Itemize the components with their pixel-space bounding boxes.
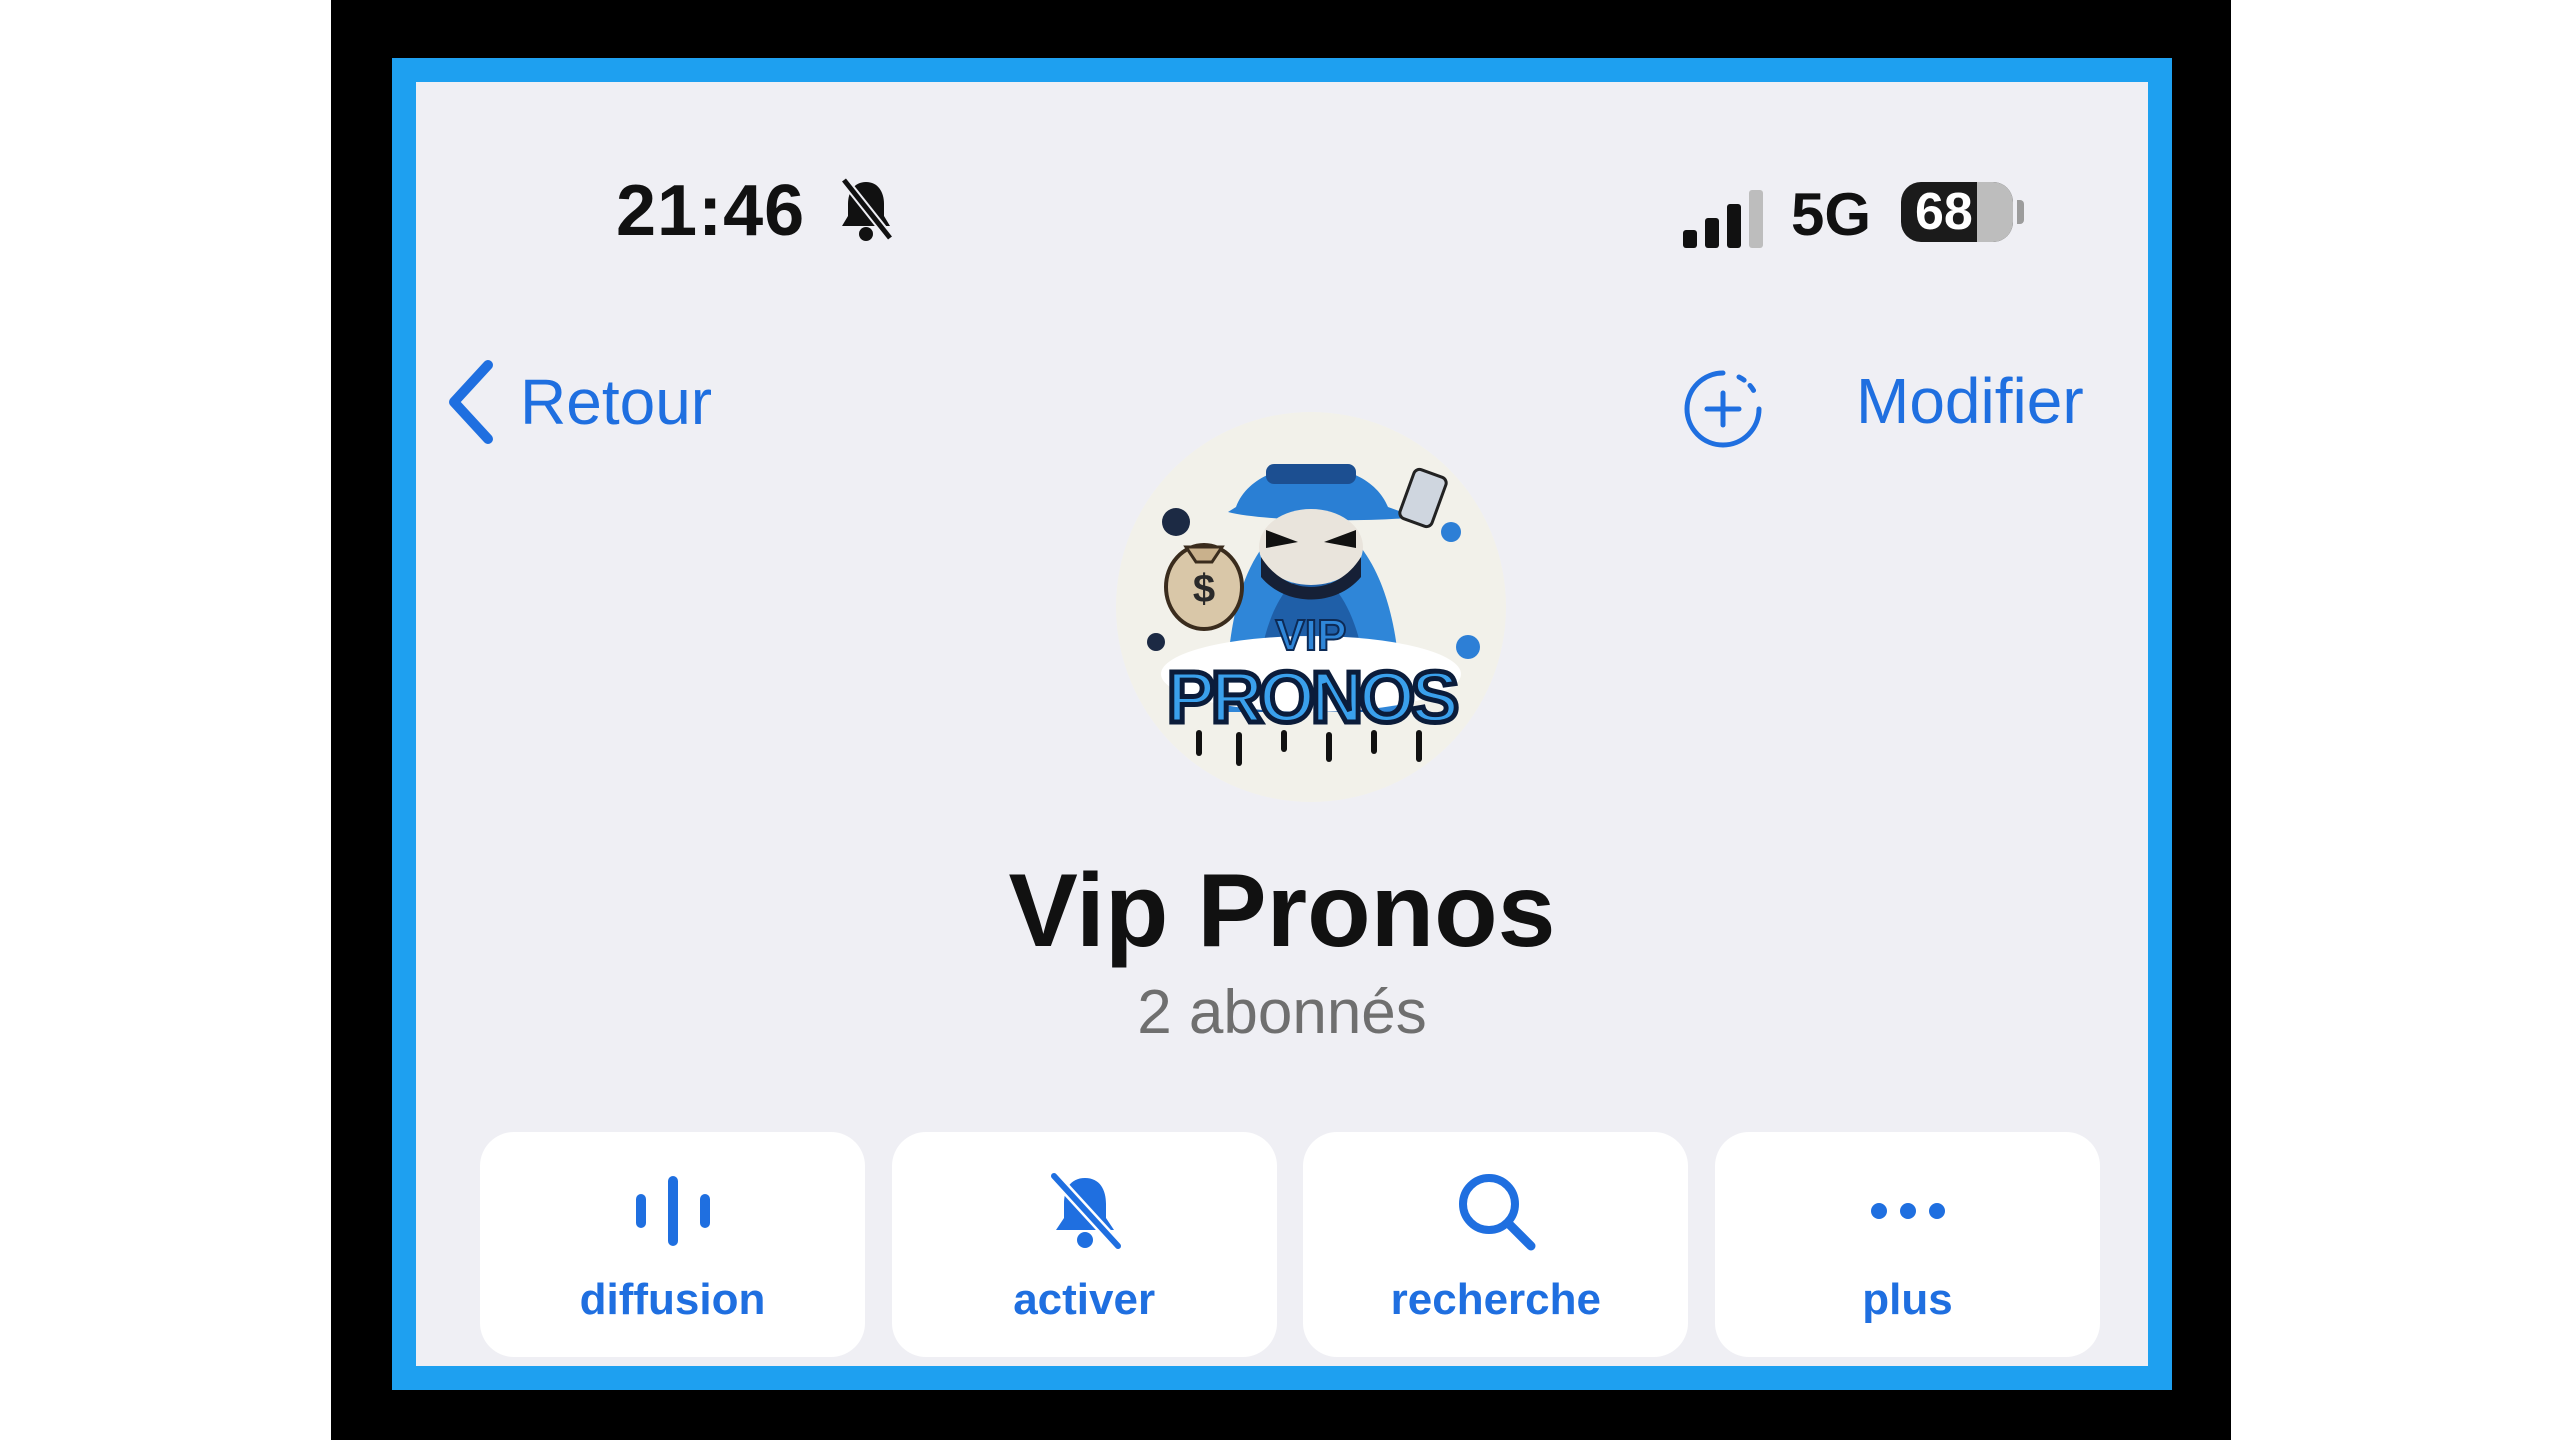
- svg-text:$: $: [1193, 567, 1215, 611]
- unmute-button[interactable]: activer: [891, 1132, 1277, 1357]
- back-label: Retour: [520, 366, 713, 438]
- bell-slash-icon: [840, 177, 894, 241]
- subscriber-count: 2 abonnés: [1137, 978, 1427, 1047]
- phone-screen: 21:46 5G 68 Retour Modifier $ VIP PRONOS…: [392, 58, 2172, 1390]
- search-label: recherche: [1390, 1275, 1601, 1324]
- svg-text:VIP: VIP: [1276, 611, 1347, 660]
- search-button[interactable]: recherche: [1303, 1132, 1689, 1357]
- add-photo-icon[interactable]: [1681, 367, 1765, 451]
- channel-avatar[interactable]: $ VIP PRONOS: [1116, 412, 1506, 802]
- action-bar: diffusion activer recherche plus: [480, 1132, 2100, 1357]
- edit-button[interactable]: Modifier: [1856, 364, 2084, 438]
- chevron-left-icon: [449, 360, 493, 444]
- cellular-signal-icon: [1683, 190, 1763, 248]
- battery-empty-portion: [1977, 182, 2013, 242]
- battery-indicator: 68: [1901, 182, 2013, 242]
- battery-tip: [2017, 200, 2024, 224]
- unmute-label: activer: [1013, 1275, 1156, 1324]
- battery-level: 68: [1915, 183, 1973, 241]
- bell-slash-icon: [1049, 1172, 1122, 1250]
- channel-title: Vip Pronos: [1008, 853, 1556, 969]
- more-icon: [1870, 1203, 1945, 1219]
- svg-text:PRONOS: PRONOS: [1167, 658, 1457, 738]
- status-time: 21:46: [616, 171, 806, 251]
- broadcast-button[interactable]: diffusion: [480, 1132, 865, 1357]
- more-button[interactable]: plus: [1714, 1132, 2100, 1357]
- more-label: plus: [1862, 1275, 1953, 1324]
- network-type: 5G: [1791, 181, 1872, 248]
- broadcast-icon: [636, 1176, 710, 1246]
- back-button[interactable]: Retour: [442, 352, 712, 452]
- broadcast-label: diffusion: [579, 1275, 766, 1324]
- search-icon: [1459, 1174, 1536, 1251]
